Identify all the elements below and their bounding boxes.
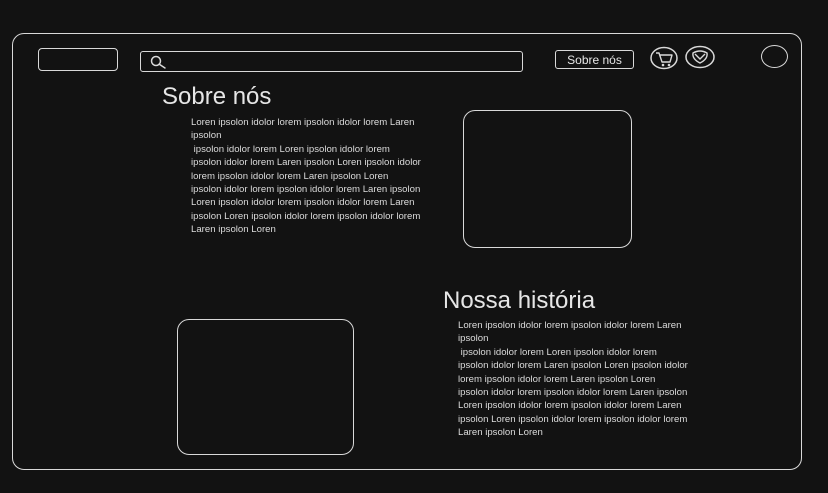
logo-placeholder[interactable] [38,48,118,71]
history-text: Loren ipsolon idolor lorem ipsolon idolo… [458,320,688,439]
about-image-placeholder [463,110,632,248]
cart-button[interactable] [648,45,680,71]
about-text: Loren ipsolon idolor lorem ipsolon idolo… [191,117,421,236]
search-icon [150,55,166,69]
user-avatar[interactable] [761,45,788,68]
brand-button[interactable] [684,44,716,70]
about-title: Sobre nós [162,83,272,110]
cart-icon [650,46,678,70]
history-title: Nossa história [443,287,596,314]
history-image-placeholder [177,319,354,455]
brand-logo-icon [685,45,715,69]
sobre-nos-button[interactable]: Sobre nós [555,50,634,69]
search-bar[interactable] [140,51,523,72]
search-input[interactable] [169,53,518,72]
